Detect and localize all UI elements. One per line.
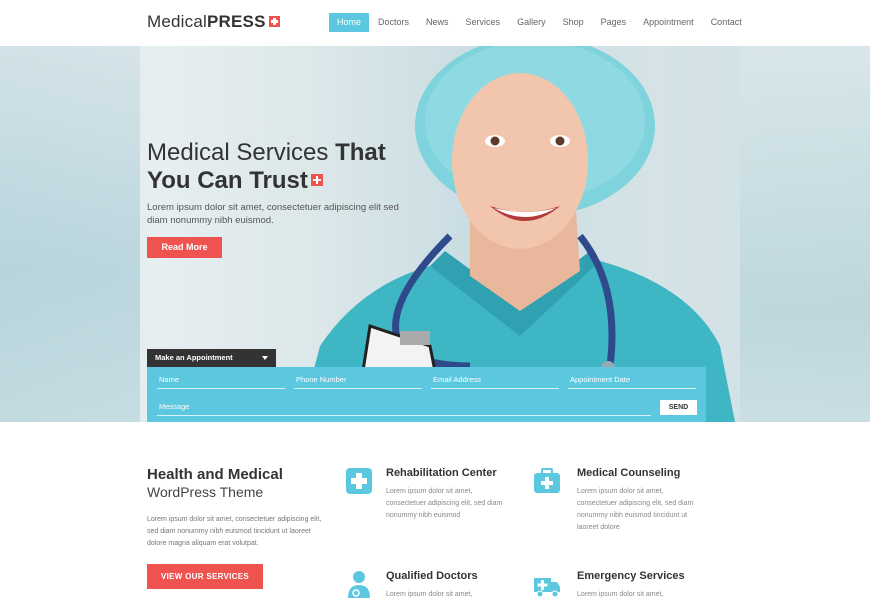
nav-gallery[interactable]: Gallery <box>509 13 554 32</box>
send-button[interactable]: SEND <box>660 400 697 415</box>
nav-pages[interactable]: Pages <box>593 13 635 32</box>
read-more-button[interactable]: Read More <box>147 237 222 258</box>
nav-doctors[interactable]: Doctors <box>370 13 417 32</box>
about-subtitle: WordPress Theme <box>147 484 264 500</box>
service-text-counseling: Lorem ipsum dolor sit amet, consectetuer… <box>577 488 694 531</box>
hero-title-bold-2: You Can Trust <box>147 167 308 194</box>
medical-kit-icon <box>534 468 560 493</box>
appointment-tab-label: Make an Appointment <box>155 353 233 362</box>
nurse-photo <box>300 46 735 422</box>
nav-home[interactable]: Home <box>329 13 370 32</box>
medical-cross-icon <box>346 468 372 494</box>
chevron-down-icon <box>262 356 268 360</box>
service-title-emergency[interactable]: Emergency Services <box>577 570 685 582</box>
view-services-button[interactable]: VIEW OUR SERVICES <box>147 564 263 589</box>
hero-title: Medical Services That You Can Trust <box>147 139 447 195</box>
service-text-rehabilitation: Lorem ipsum dolor sit amet, consectetuer… <box>386 488 503 519</box>
hero-title-light: Medical Services <box>147 139 329 166</box>
message-field[interactable]: Message <box>157 395 651 416</box>
nav-services[interactable]: Services <box>458 13 509 32</box>
appointment-dropdown-toggle[interactable]: Make an Appointment <box>147 349 276 367</box>
nav-news[interactable]: News <box>418 13 457 32</box>
email-field[interactable]: Email Address <box>431 368 559 389</box>
hero-title-bold-1: That <box>335 139 386 166</box>
site-logo[interactable]: MedicalPRESS <box>147 12 280 32</box>
doctor-icon <box>348 571 370 598</box>
appointment-date-field[interactable]: Appointment Date <box>568 368 696 389</box>
nav-shop[interactable]: Shop <box>555 13 592 32</box>
logo-text-light: Medical <box>147 12 207 31</box>
nav-appointment[interactable]: Appointment <box>635 13 702 32</box>
about-title: Health and Medical <box>147 466 283 483</box>
service-title-doctors[interactable]: Qualified Doctors <box>386 570 478 582</box>
medical-cross-icon <box>310 174 323 186</box>
ambulance-icon <box>534 578 560 598</box>
phone-field[interactable]: Phone Number <box>294 368 422 389</box>
medical-cross-icon <box>268 16 280 27</box>
hero-banner: Medical Services That You Can Trust Lore… <box>0 46 870 422</box>
main-nav: Home Doctors News Services Gallery Shop … <box>329 13 751 32</box>
service-title-rehabilitation[interactable]: Rehabilitation Center <box>386 467 497 479</box>
logo-text-bold: PRESS <box>206 12 266 31</box>
hero-description: Lorem ipsum dolor sit amet, consectetuer… <box>147 202 399 226</box>
about-description: Lorem ipsum dolor sit amet, consectetuer… <box>147 516 322 547</box>
appointment-form: Name Phone Number Email Address Appointm… <box>147 367 706 422</box>
nav-contact[interactable]: Contact <box>703 13 750 32</box>
service-title-counseling[interactable]: Medical Counseling <box>577 467 680 479</box>
service-text-doctors: Lorem ipsum dolor sit amet, <box>386 591 473 598</box>
name-field[interactable]: Name <box>157 368 285 389</box>
service-text-emergency: Lorem ipsum dolor sit amet, <box>577 591 664 598</box>
site-header: MedicalPRESS Home Doctors News Services … <box>0 0 870 46</box>
